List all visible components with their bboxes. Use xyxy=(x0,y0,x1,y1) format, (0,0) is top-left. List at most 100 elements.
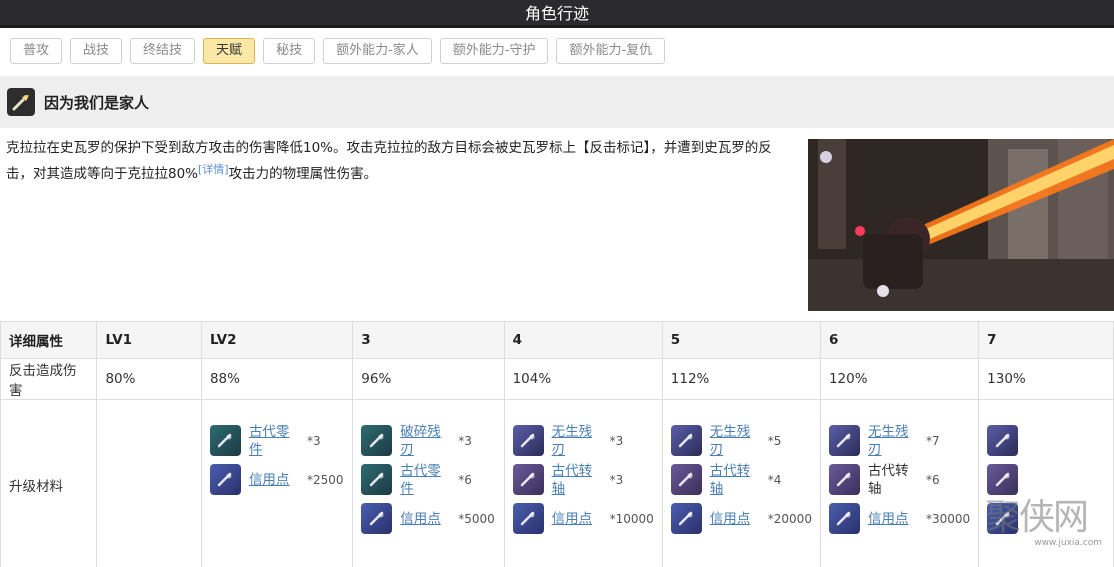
description-text-2: 攻击力的物理属性伤害。 xyxy=(228,166,378,182)
skill-tabs: 普攻 战技 终结技 天赋 秘技 额外能力-家人 额外能力-守护 额外能力-复仇 xyxy=(0,31,1114,75)
material-item: 信用点 *5000 xyxy=(361,502,495,535)
talent-name: 因为我们是家人 xyxy=(44,93,150,112)
skill-preview-image xyxy=(808,139,1114,311)
material-icon[interactable] xyxy=(512,464,544,495)
material-item: 古代零件 *3 xyxy=(209,423,344,459)
material-icon[interactable] xyxy=(512,503,544,534)
damage-value-cell: 88% xyxy=(200,358,354,400)
table-header-cell: 5 xyxy=(661,321,821,359)
table-header-cell: LV1 xyxy=(96,321,202,359)
material-count: *4 xyxy=(767,472,782,487)
table-row-damage: 反击造成伤害 80% 88% 96% 104% 112% 120% 130% xyxy=(0,358,1114,400)
material-name[interactable]: 古代转轴 xyxy=(710,462,762,498)
talent-description: 克拉拉在史瓦罗的保护下受到敌方攻击的伤害降低10%。攻击克拉拉的敌方目标会被史瓦… xyxy=(6,137,798,185)
materials-cell xyxy=(96,399,202,567)
material-name[interactable]: 信用点 xyxy=(710,510,762,528)
material-icon[interactable] xyxy=(828,425,860,456)
tab-3[interactable]: 天赋 xyxy=(203,38,256,64)
material-item: 古代转轴 *4 xyxy=(670,462,812,498)
material-item: 信用点 *20000 xyxy=(670,502,812,535)
table-header-cell: 6 xyxy=(819,321,980,359)
material-item: 无生残刃 *5 xyxy=(670,423,812,459)
materials-cell: 无生残刃 *3 古代转轴 *3 信用点 *10000 xyxy=(503,399,663,567)
materials-cell xyxy=(978,399,1114,567)
row-label: 升级材料 xyxy=(0,399,98,567)
materials-cell: 古代零件 *3 信用点 *2500 xyxy=(200,399,354,567)
material-item xyxy=(987,463,1105,496)
material-name[interactable]: 信用点 xyxy=(552,510,604,528)
material-count: *5000 xyxy=(458,511,495,526)
material-name[interactable]: 信用点 xyxy=(400,510,452,528)
table-header-row: 详细属性 LV1 LV2 3 4 5 6 7 xyxy=(0,321,1114,359)
material-icon[interactable] xyxy=(670,464,702,495)
material-item: 古代转轴 *3 xyxy=(512,462,654,498)
material-count: *3 xyxy=(609,433,624,448)
material-item: 无生残刃 *7 xyxy=(828,423,970,459)
material-icon[interactable] xyxy=(361,503,393,534)
material-item: 破碎残刃 *3 xyxy=(361,423,495,459)
material-name: 古代转轴 xyxy=(867,462,909,497)
material-name[interactable]: 破碎残刃 xyxy=(400,423,452,459)
materials-cell: 无生残刃 *5 古代转轴 *4 信用点 *20000 xyxy=(661,399,821,567)
tab-4[interactable]: 秘技 xyxy=(263,38,316,64)
material-icon[interactable] xyxy=(987,464,1019,495)
material-count: *5 xyxy=(767,433,782,448)
table-row-materials: 升级材料 古代零件 *3 信用点 *2500 破碎残刃 *3 古代零件 *6 信用点 *5000 无生… xyxy=(0,399,1114,567)
material-icon[interactable] xyxy=(670,503,702,534)
material-count: *3 xyxy=(306,433,321,448)
talent-header: 因为我们是家人 xyxy=(0,76,1114,128)
material-icon[interactable] xyxy=(828,503,860,534)
material-icon[interactable] xyxy=(209,425,241,456)
material-name[interactable]: 信用点 xyxy=(868,510,920,528)
material-name[interactable]: 无生残刃 xyxy=(552,423,604,459)
tab-1[interactable]: 战技 xyxy=(70,38,123,64)
material-icon[interactable] xyxy=(828,464,860,495)
materials-cell: 无生残刃 *7 古代转轴 *6 信用点 *30000 xyxy=(819,399,980,567)
material-icon[interactable] xyxy=(209,464,241,495)
material-name[interactable]: 无生残刃 xyxy=(710,423,762,459)
material-name[interactable]: 古代转轴 xyxy=(552,462,604,498)
damage-value-cell: 96% xyxy=(352,358,505,400)
material-count: *30000 xyxy=(925,511,971,526)
table-header-cell: 3 xyxy=(352,321,505,359)
material-name[interactable]: 古代零件 xyxy=(249,423,301,459)
table-header-cell: 7 xyxy=(978,321,1114,359)
damage-value-cell: 80% xyxy=(96,358,202,400)
damage-value-cell: 130% xyxy=(978,358,1114,400)
tab-5[interactable]: 额外能力-家人 xyxy=(323,38,432,64)
tab-2[interactable]: 终结技 xyxy=(130,38,196,64)
material-item: 无生残刃 *3 xyxy=(512,423,654,459)
material-icon[interactable] xyxy=(512,425,544,456)
material-icon[interactable] xyxy=(670,425,702,456)
tab-0[interactable]: 普攻 xyxy=(10,38,63,64)
tab-6[interactable]: 额外能力-守护 xyxy=(439,38,549,64)
material-item: 信用点 *2500 xyxy=(209,463,344,496)
material-item: 古代转轴 *6 xyxy=(828,462,970,497)
tab-7[interactable]: 额外能力-复仇 xyxy=(556,38,666,64)
material-name[interactable]: 无生残刃 xyxy=(868,423,920,459)
material-icon[interactable] xyxy=(361,464,393,495)
material-name[interactable]: 古代零件 xyxy=(400,462,452,498)
damage-value-cell: 120% xyxy=(819,358,980,400)
material-count: *6 xyxy=(925,472,940,487)
material-item: 信用点 *30000 xyxy=(828,502,971,535)
material-name[interactable]: 信用点 xyxy=(249,471,301,489)
material-item xyxy=(987,424,1105,457)
damage-value-cell: 112% xyxy=(661,358,821,400)
material-icon[interactable] xyxy=(987,503,1019,534)
material-count: *2500 xyxy=(306,472,344,487)
material-count: *3 xyxy=(458,433,472,448)
damage-value-cell: 104% xyxy=(503,358,663,400)
table-header-cell: LV2 xyxy=(200,321,354,359)
material-icon[interactable] xyxy=(987,425,1019,456)
material-item: 古代零件 *6 xyxy=(361,462,495,498)
materials-cell: 破碎残刃 *3 古代零件 *6 信用点 *5000 xyxy=(352,399,505,567)
detail-link[interactable]: [详情] xyxy=(198,163,229,176)
material-count: *6 xyxy=(458,472,472,487)
table-header-cell: 4 xyxy=(503,321,663,359)
attribute-table: 详细属性 LV1 LV2 3 4 5 6 7 反击造成伤害 80% 88% 96% 104% 112% 1… xyxy=(0,321,1114,567)
material-icon[interactable] xyxy=(361,425,393,456)
material-count: *20000 xyxy=(767,511,812,526)
material-count: *7 xyxy=(925,433,940,448)
page-title: 角色行迹 xyxy=(524,4,589,23)
